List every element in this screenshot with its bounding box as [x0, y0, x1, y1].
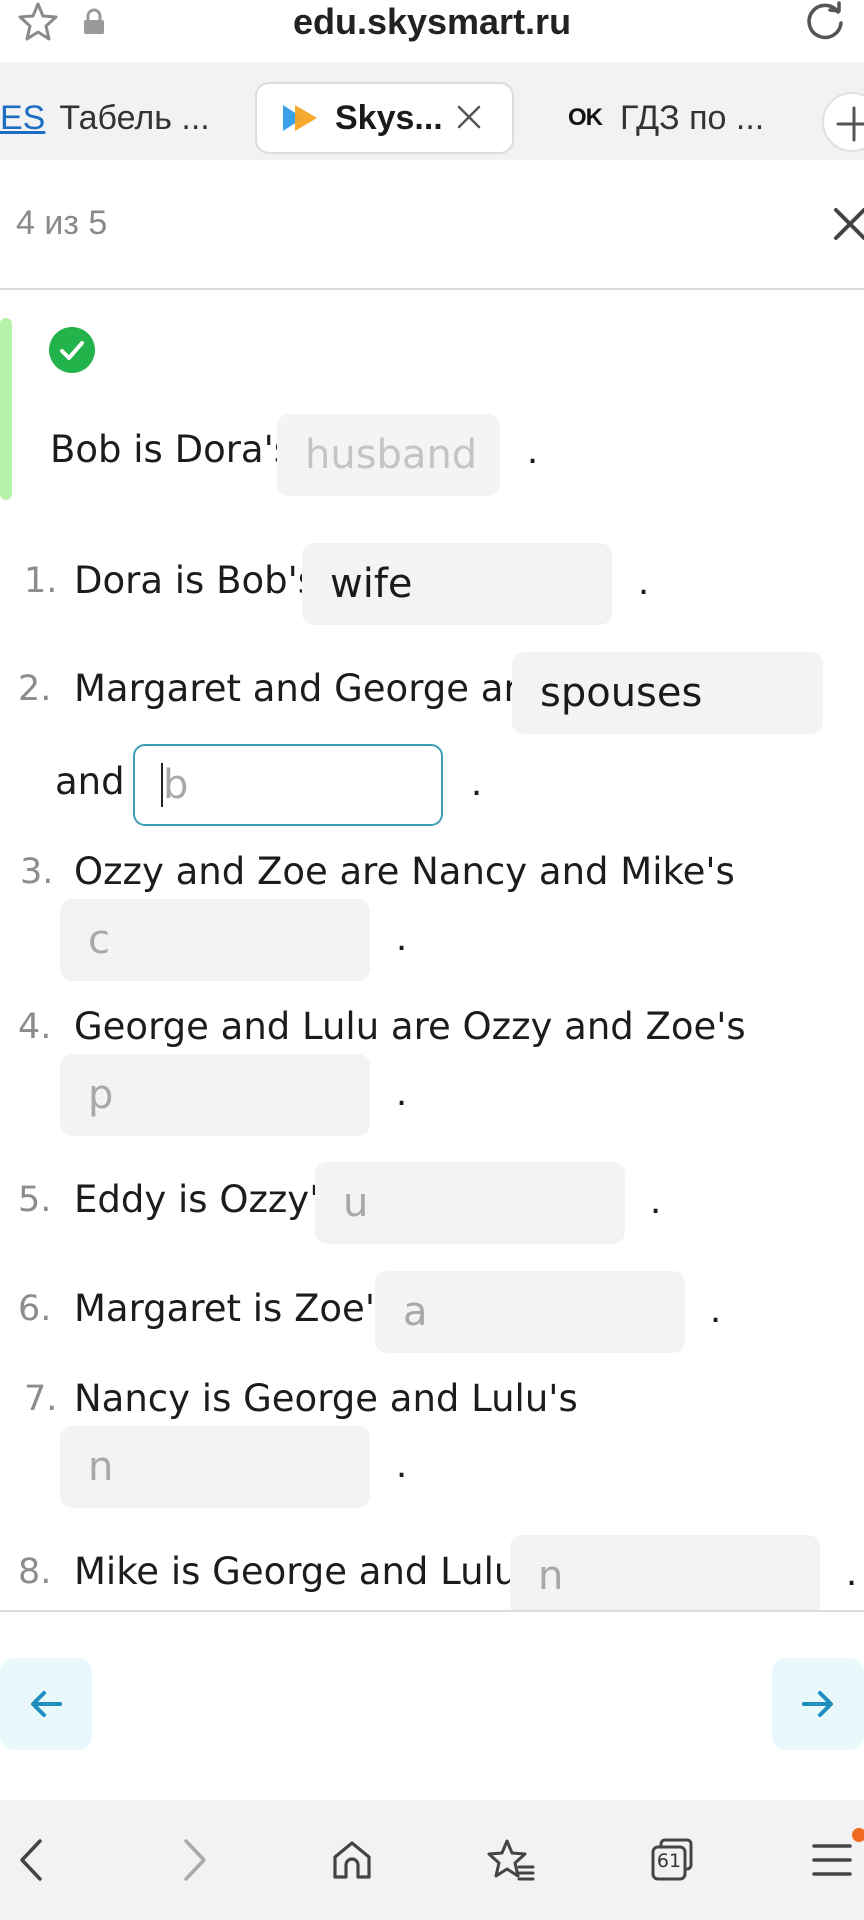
previous-button[interactable]	[0, 1658, 92, 1750]
browser-tabs-button[interactable]: 61	[640, 1828, 704, 1892]
browser-forward-button[interactable]	[162, 1828, 226, 1892]
address-bar: edu.skysmart.ru	[0, 0, 864, 62]
new-tab-button[interactable]	[822, 92, 864, 152]
answer-field[interactable]: wife	[302, 543, 612, 625]
sentence-end: .	[710, 1287, 722, 1331]
browser-bookmarks-button[interactable]	[480, 1828, 544, 1892]
item-number: 2.	[18, 669, 52, 709]
next-button[interactable]	[772, 1658, 864, 1750]
item-text: Margaret and George are	[74, 667, 541, 710]
es-favicon-icon: ES	[0, 98, 46, 137]
item-text: Mike is George and Lulu's	[74, 1550, 547, 1593]
close-icon[interactable]	[832, 206, 864, 242]
item-text: Ozzy and Zoe are Nancy and Mike's	[74, 850, 735, 893]
sentence-end: .	[396, 1442, 408, 1486]
answer-field[interactable]: spouses	[512, 652, 823, 734]
item-number: 1.	[24, 561, 58, 601]
ok-favicon-icon: OK	[568, 104, 603, 131]
sentence-end: .	[638, 559, 650, 603]
answer-field[interactable]: n	[60, 1426, 370, 1508]
star-list-icon	[487, 1839, 535, 1881]
notification-dot	[852, 1828, 864, 1842]
item-text: Dora is Bob's	[74, 559, 318, 602]
item-text-continuation: and	[55, 760, 125, 803]
tab-strip: ES Табель ... Skys... OK ГДЗ по ...	[0, 62, 864, 160]
answer-field[interactable]: a	[375, 1271, 685, 1353]
tab-title: Skys...	[335, 98, 443, 137]
example-indicator-bar	[0, 318, 12, 500]
browser-tab-gdz[interactable]: OK ГДЗ по ...	[568, 82, 764, 154]
browser-bottom-bar: 61	[0, 1800, 864, 1920]
close-tab-icon[interactable]	[454, 102, 484, 132]
item-number: 8.	[18, 1552, 52, 1592]
check-circle-icon	[49, 327, 95, 373]
item-number: 6.	[18, 1289, 52, 1329]
chevron-left-icon	[20, 1839, 42, 1881]
answer-field-value: b	[163, 762, 189, 808]
sentence-end: .	[396, 1070, 408, 1114]
sentence-end: .	[471, 760, 483, 804]
item-text: George and Lulu are Ozzy and Zoe's	[74, 1005, 746, 1048]
sentence-end: .	[396, 915, 408, 959]
hamburger-menu-icon	[812, 1844, 852, 1876]
exercise-navigation	[0, 1610, 864, 1800]
sentence-end: .	[527, 428, 539, 472]
item-text: Margaret is Zoe's	[74, 1287, 395, 1330]
item-number: 3.	[20, 852, 54, 892]
reload-icon[interactable]	[802, 0, 848, 46]
browser-tab-skysmart[interactable]: Skys...	[255, 82, 514, 154]
tab-title: ГДЗ по ...	[620, 98, 765, 137]
home-icon	[333, 1841, 371, 1879]
exercise-content: Bob is Dora's husband . 1. Dora is Bob's…	[0, 292, 864, 1610]
browser-home-button[interactable]	[320, 1828, 384, 1892]
item-number: 7.	[24, 1379, 58, 1419]
skysmart-play-icon	[283, 105, 317, 131]
tab-title: Табель ...	[59, 98, 210, 137]
url-text[interactable]: edu.skysmart.ru	[0, 0, 864, 44]
answer-field-active[interactable]: b	[133, 744, 443, 826]
answer-field[interactable]: p	[60, 1054, 370, 1136]
browser-tab-tabel[interactable]: ES Табель ...	[0, 82, 210, 154]
progress-counter: 4 из 5	[16, 204, 108, 242]
item-text: Eddy is Ozzy's	[74, 1178, 339, 1221]
item-number: 5.	[18, 1180, 52, 1220]
item-text: Nancy is George and Lulu's	[74, 1377, 578, 1420]
plus-icon	[836, 106, 864, 142]
example-text: Bob is Dora's	[50, 428, 294, 471]
answer-field[interactable]: n	[510, 1535, 820, 1610]
progress-header: 4 из 5	[0, 160, 864, 290]
answer-field[interactable]: c	[60, 899, 370, 981]
answer-field[interactable]: u	[315, 1162, 625, 1244]
example-answer-field: husband	[277, 414, 500, 496]
sentence-end: .	[650, 1178, 662, 1222]
sentence-end: .	[846, 1550, 858, 1594]
arrow-right-icon	[802, 1691, 833, 1717]
browser-back-button[interactable]	[0, 1828, 64, 1892]
tab-count: 61	[656, 1850, 682, 1872]
arrow-left-icon	[31, 1691, 62, 1717]
item-number: 4.	[18, 1007, 52, 1047]
chevron-right-icon	[184, 1839, 206, 1881]
